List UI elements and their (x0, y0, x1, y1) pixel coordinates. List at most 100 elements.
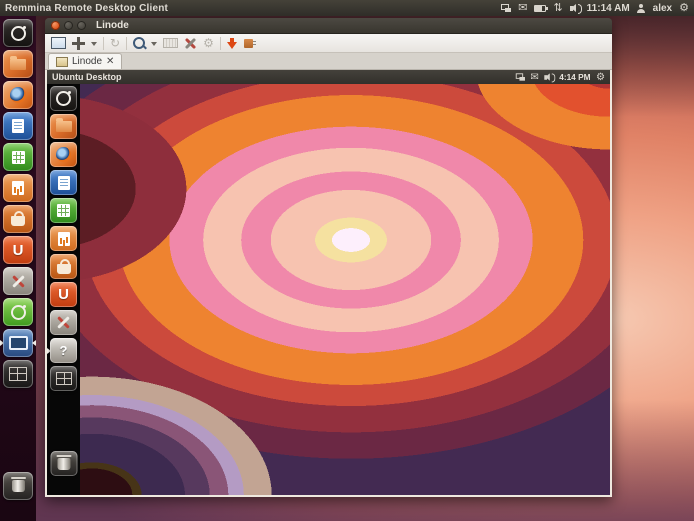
remmina-monitor-icon (9, 336, 28, 350)
launcher-item-firefox[interactable] (3, 81, 33, 109)
username[interactable]: alex (653, 3, 672, 14)
indicator-tray: ✉ ⇅ 11:14 AM alex ⚙ (501, 3, 694, 14)
remote-launcher-item-system-settings[interactable] (50, 310, 77, 335)
fullscreen-toggle-icon[interactable] (51, 37, 66, 49)
remote-unity-launcher: U ? (47, 84, 80, 495)
zoom-dropdown-icon[interactable] (151, 42, 157, 49)
help-icon: ? (60, 343, 68, 358)
fit-window-icon[interactable] (72, 37, 85, 50)
unity-launcher: U (0, 16, 36, 521)
plug-icon[interactable] (244, 39, 253, 48)
calc-spreadsheet-icon (12, 151, 25, 164)
launcher-item-ubuntu-one[interactable]: U (3, 236, 33, 264)
trash-icon (57, 458, 70, 470)
launcher-item-libreoffice-writer[interactable] (3, 112, 33, 140)
fit-window-dropdown-icon[interactable] (91, 42, 97, 49)
tab-linode[interactable]: Linode ✕ (48, 53, 122, 69)
network-icon[interactable] (501, 4, 511, 12)
remote-launcher-item-dash-home[interactable] (50, 86, 77, 111)
remote-launcher-item-home-folder[interactable] (50, 114, 77, 139)
remote-launcher-item-firefox[interactable] (50, 142, 77, 167)
gears-icon[interactable]: ⚙ (203, 37, 214, 49)
launcher-item-remmina[interactable] (3, 329, 33, 357)
launcher-item-ubuntu-software[interactable] (3, 298, 33, 326)
launcher-item-workspace-switcher[interactable] (3, 360, 33, 388)
tab-label: Linode (72, 56, 102, 67)
mail-icon[interactable]: ✉ (530, 72, 538, 81)
ubuntu-logo-icon (11, 26, 26, 41)
volume-icon[interactable] (544, 75, 547, 80)
calc-spreadsheet-icon (57, 204, 70, 217)
disconnect-icon[interactable] (227, 37, 238, 50)
launcher-item-libreoffice-impress[interactable] (3, 174, 33, 202)
volume-icon[interactable] (570, 6, 573, 11)
user-icon[interactable] (637, 4, 646, 13)
active-app-title: Remmina Remote Desktop Client (0, 3, 168, 14)
connection-icon (56, 57, 68, 67)
network-icon[interactable] (516, 73, 525, 80)
session-gear-icon[interactable]: ⚙ (679, 3, 689, 13)
focused-indicator-arrow (29, 340, 36, 346)
impress-presentation-icon (12, 181, 24, 195)
shopping-bag-icon (11, 216, 25, 226)
shopping-bag-icon (57, 264, 71, 274)
session-gear-icon[interactable]: ⚙ (596, 72, 605, 81)
writer-document-icon (12, 119, 24, 133)
window-close-button[interactable] (51, 21, 60, 30)
remote-clock[interactable]: 4:14 PM (559, 72, 590, 81)
workspace-grid-icon (56, 372, 72, 385)
launcher-item-libreoffice-calc[interactable] (3, 143, 33, 171)
remote-launcher-item-workspace-switcher[interactable] (50, 366, 77, 391)
toolbar-separator (220, 37, 221, 50)
launcher-item-software-center[interactable] (3, 205, 33, 233)
connection-tabbar: Linode ✕ (45, 53, 612, 70)
tab-close-icon[interactable]: ✕ (106, 57, 114, 67)
ubuntu-logo-icon (56, 91, 71, 106)
remote-launcher-item-libreoffice-writer[interactable] (50, 170, 77, 195)
sync-arrows-icon[interactable]: ⇅ (553, 3, 562, 13)
zoom-icon[interactable] (133, 37, 145, 49)
remote-launcher-item-software-center[interactable] (50, 254, 77, 279)
remote-launcher-item-ubuntu-one[interactable]: U (50, 282, 77, 307)
remote-launcher-item-libreoffice-calc[interactable] (50, 198, 77, 223)
window-maximize-button[interactable] (77, 21, 86, 30)
preferences-tools-icon[interactable] (184, 37, 197, 50)
toolbar-separator (126, 37, 127, 50)
battery-icon[interactable] (534, 5, 546, 12)
remote-launcher-item-help[interactable]: ? (50, 338, 77, 363)
trash-icon (12, 480, 25, 492)
keyboard-grab-icon[interactable] (163, 38, 178, 48)
launcher-item-trash[interactable] (3, 472, 33, 500)
launcher-item-home-folder[interactable] (3, 50, 33, 78)
writer-document-icon (58, 176, 70, 190)
remote-top-panel: Ubuntu Desktop ✉ 4:14 PM ⚙ (47, 70, 610, 84)
window-minimize-button[interactable] (64, 21, 73, 30)
remmina-toolbar: ↻ ⚙ (45, 34, 612, 53)
scaled-mode-icon[interactable]: ↻ (110, 37, 120, 49)
remote-panel-title: Ubuntu Desktop (52, 72, 122, 82)
workspace-grid-icon (9, 367, 27, 381)
tools-icon (56, 315, 71, 330)
remmina-window: Linode ↻ ⚙ Linode ✕ Ubuntu Desktop ✉ (45, 18, 612, 497)
clock[interactable]: 11:14 AM (587, 3, 630, 14)
folder-icon (56, 121, 72, 132)
ubuntu-one-icon: U (58, 287, 69, 302)
impress-presentation-icon (58, 232, 70, 246)
folder-icon (10, 59, 26, 70)
launcher-item-system-settings[interactable] (3, 267, 33, 295)
ubuntu-logo-green-icon (11, 305, 26, 320)
remote-launcher-item-trash[interactable] (50, 451, 77, 476)
window-titlebar[interactable]: Linode (45, 18, 612, 34)
ubuntu-one-icon: U (13, 243, 24, 258)
top-panel: Remmina Remote Desktop Client ✉ ⇅ 11:14 … (0, 0, 694, 16)
window-title: Linode (96, 20, 129, 31)
remote-launcher-item-libreoffice-impress[interactable] (50, 226, 77, 251)
firefox-icon (10, 87, 26, 103)
remote-indicator-tray: ✉ 4:14 PM ⚙ (516, 72, 605, 81)
toolbar-separator (103, 37, 104, 50)
remote-desktop-viewport[interactable]: Ubuntu Desktop ✉ 4:14 PM ⚙ U ? (45, 70, 612, 497)
mail-icon[interactable]: ✉ (518, 3, 527, 13)
tools-icon (11, 274, 26, 289)
firefox-icon (56, 147, 71, 162)
launcher-item-dash-home[interactable] (3, 19, 33, 47)
